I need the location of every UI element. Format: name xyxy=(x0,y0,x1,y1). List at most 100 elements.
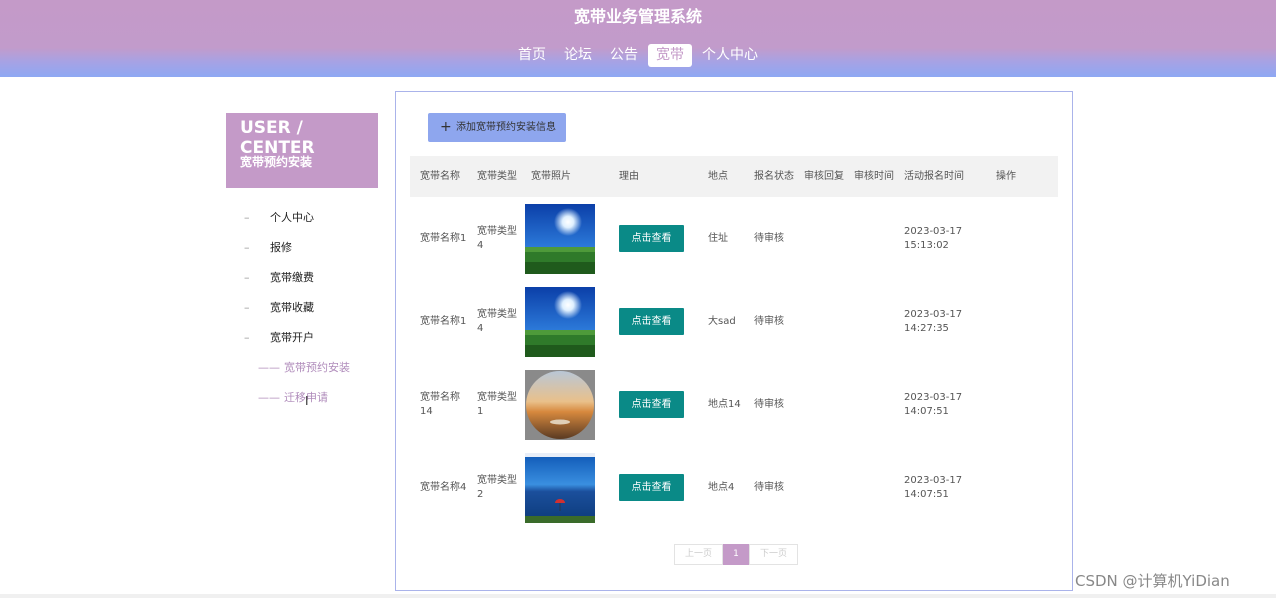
view-reason-button[interactable]: 点击查看 xyxy=(619,474,684,501)
cell-reason: 点击查看 xyxy=(609,363,698,446)
view-reason-button[interactable]: 点击查看 xyxy=(619,391,684,418)
sidebar-item-payment[interactable]: – 宽带缴费 xyxy=(244,268,364,298)
footer-divider xyxy=(0,594,1276,598)
cell-photo xyxy=(521,197,609,280)
nav-item-home[interactable]: 首页 xyxy=(510,44,554,67)
install-table: 宽带名称 宽带类型 宽带照片 理由 地点 报名状态 审核回复 审核时间 活动报名… xyxy=(410,156,1058,529)
next-page-button[interactable]: 下一页 xyxy=(749,544,799,565)
cell-actions xyxy=(986,446,1058,529)
table-row: 宽带名称4 宽带类型2 点击查看 地点4 待审核 2023-03-17 14:0… xyxy=(410,446,1058,529)
content-panel: + 添加宽带预约安装信息 宽带名称 宽带类型 宽带照片 理由 地点 报名状态 审… xyxy=(395,91,1073,591)
photo-sea-umbrella xyxy=(525,452,595,523)
site-title: 宽带业务管理系统 xyxy=(573,7,702,26)
col-header-type: 宽带类型 xyxy=(477,170,517,182)
sidebar-subitem-label: 宽带预约安装 xyxy=(284,361,350,374)
cell-actions xyxy=(986,363,1058,446)
cell-name: 宽带名称1 xyxy=(420,232,467,244)
cell-reason: 点击查看 xyxy=(609,197,698,280)
sidebar-header: USER / CENTER 宽带预约安装 xyxy=(226,113,378,188)
cell-audit-time xyxy=(844,363,894,446)
col-header-photo: 宽带照片 xyxy=(531,170,571,182)
cell-name: 宽带名称14 xyxy=(420,391,460,417)
cell-reply xyxy=(794,197,844,280)
sidebar-item-label: 报修 xyxy=(270,241,292,254)
main-nav: 首页 论坛 公告 宽带 个人中心 xyxy=(510,44,768,67)
sidebar-item-label: 宽带缴费 xyxy=(270,271,314,284)
table-header-row: 宽带名称 宽带类型 宽带照片 理由 地点 报名状态 审核回复 审核时间 活动报名… xyxy=(410,156,1058,197)
sidebar-item-label: 宽带开户 xyxy=(270,331,314,344)
nav-item-notice[interactable]: 公告 xyxy=(602,44,646,67)
cell-actions xyxy=(986,197,1058,280)
sidebar-item-favorites[interactable]: – 宽带收藏 xyxy=(244,298,364,328)
cell-signup-time: 2023-03-17 14:27:35 xyxy=(904,308,963,334)
col-header-signup-time: 活动报名时间 xyxy=(904,170,964,182)
cell-status: 待审核 xyxy=(754,398,784,410)
nav-item-broadband[interactable]: 宽带 xyxy=(648,44,692,67)
cell-signup-time: 2023-03-17 14:07:51 xyxy=(904,474,963,500)
sidebar-item-label: 个人中心 xyxy=(270,211,314,224)
cell-photo xyxy=(521,363,609,446)
cell-reply xyxy=(794,280,844,363)
nav-item-profile[interactable]: 个人中心 xyxy=(694,44,766,67)
view-reason-button[interactable]: 点击查看 xyxy=(619,225,684,252)
nav-item-forum[interactable]: 论坛 xyxy=(556,44,600,67)
sidebar-subitem-migrate[interactable]: —— 迁移申请 xyxy=(244,388,364,418)
cell-audit-time xyxy=(844,280,894,363)
col-header-status: 报名状态 xyxy=(754,170,794,182)
add-install-button[interactable]: + 添加宽带预约安装信息 xyxy=(428,113,566,142)
add-install-label: 添加宽带预约安装信息 xyxy=(456,122,556,133)
photo-meadow-sun xyxy=(525,286,595,357)
dash-icon: – xyxy=(244,241,250,254)
cell-status: 待审核 xyxy=(754,315,784,327)
table-row: 宽带名称1 宽带类型4 点击查看 住址 待审核 2023-03-17 15:13… xyxy=(410,197,1058,280)
dash-icon: – xyxy=(244,271,250,284)
cell-reply xyxy=(794,446,844,529)
cell-place: 地点14 xyxy=(708,398,741,410)
cell-type: 宽带类型2 xyxy=(477,474,517,500)
sidebar-subitem-install[interactable]: —— 宽带预约安装 xyxy=(244,358,364,388)
col-header-actions: 操作 xyxy=(996,170,1016,182)
table-row: 宽带名称14 宽带类型1 点击查看 地点14 待审核 2023-03-17 14… xyxy=(410,363,1058,446)
cell-signup-time: 2023-03-17 15:13:02 xyxy=(904,225,963,251)
watermark: CSDN @计算机YiDian xyxy=(1075,572,1230,590)
sidebar-item-label: 宽带收藏 xyxy=(270,301,314,314)
col-header-audit-time: 审核时间 xyxy=(854,170,894,182)
col-header-place: 地点 xyxy=(708,170,728,182)
dash-icon: – xyxy=(244,211,250,224)
cell-audit-time xyxy=(844,197,894,280)
dash-icon: —— xyxy=(258,391,280,404)
cell-reason: 点击查看 xyxy=(609,280,698,363)
top-banner: 宽带业务管理系统 首页 论坛 公告 宽带 个人中心 xyxy=(0,0,1276,77)
sidebar-title-en: USER / CENTER xyxy=(240,118,315,158)
cell-reason: 点击查看 xyxy=(609,446,698,529)
prev-page-button[interactable]: 上一页 xyxy=(674,544,724,565)
dash-icon: – xyxy=(244,331,250,344)
sidebar-item-profile[interactable]: – 个人中心 xyxy=(244,208,364,238)
cell-place: 大sad xyxy=(708,315,736,327)
cell-status: 待审核 xyxy=(754,232,784,244)
cell-place: 住址 xyxy=(708,232,728,244)
dash-icon: —— xyxy=(258,361,280,374)
cell-place: 地点4 xyxy=(708,481,735,493)
page-number-button[interactable]: 1 xyxy=(723,544,750,565)
cell-type: 宽带类型4 xyxy=(477,308,517,334)
sidebar-menu: – 个人中心 – 报修 – 宽带缴费 – 宽带收藏 – 宽带开户 —— 宽带预约安装 —— 迁… xyxy=(244,208,364,418)
cell-type: 宽带类型4 xyxy=(477,225,517,251)
col-header-reply: 审核回复 xyxy=(804,170,844,182)
cell-audit-time xyxy=(844,446,894,529)
cell-photo xyxy=(521,280,609,363)
sidebar-item-open-account[interactable]: – 宽带开户 xyxy=(244,328,364,358)
photo-meadow-sun xyxy=(525,203,595,274)
sidebar-item-repair[interactable]: – 报修 xyxy=(244,238,364,268)
sidebar-title-cn: 宽带预约安装 xyxy=(240,155,313,169)
cell-name: 宽带名称1 xyxy=(420,315,467,327)
photo-sunset-round xyxy=(525,369,595,440)
cell-signup-time: 2023-03-17 14:07:51 xyxy=(904,391,963,417)
dash-icon: – xyxy=(244,301,250,314)
plus-icon: + xyxy=(440,119,452,135)
pagination: 上一页 1 下一页 xyxy=(674,544,799,565)
cell-name: 宽带名称4 xyxy=(420,481,467,493)
cell-actions xyxy=(986,280,1058,363)
view-reason-button[interactable]: 点击查看 xyxy=(619,308,684,335)
cell-type: 宽带类型1 xyxy=(477,391,517,417)
